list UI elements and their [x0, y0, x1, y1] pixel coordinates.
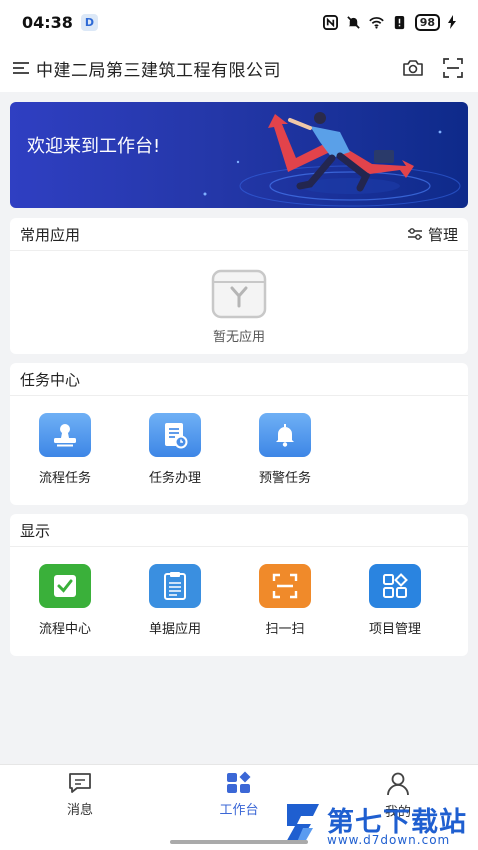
common-apps-card: 常用应用 管理 暂无应用 [10, 218, 468, 354]
message-icon [69, 773, 91, 793]
grid-label: 扫一扫 [265, 622, 305, 637]
empty-app-icon [211, 269, 267, 319]
manage-button-label: 管理 [427, 225, 458, 244]
grid-label: 项目管理 [368, 622, 421, 637]
watermark-url: www.d7down.com [327, 833, 451, 847]
app-notification-badge: D [80, 13, 98, 31]
workbench-icon [227, 771, 251, 793]
grid-label: 单据应用 [148, 622, 201, 637]
status-bar: 04:38 D 98 [0, 0, 478, 44]
task-center-title: 任务中心 [20, 370, 81, 389]
grid-label: 流程任务 [38, 471, 91, 486]
task-center-header: 任务中心 [10, 363, 468, 396]
grid-label: 预警任务 [258, 471, 311, 486]
wifi-icon [368, 16, 384, 29]
checkbox-icon [39, 564, 91, 608]
scan-icon[interactable] [442, 57, 464, 79]
grid-item-process-center[interactable]: 流程中心 [10, 564, 120, 637]
bell-icon [259, 413, 311, 457]
status-icons: 98 [322, 13, 456, 31]
tab-workbench[interactable]: 工作台 [179, 771, 299, 818]
tab-messages[interactable]: 消息 [20, 771, 140, 818]
common-apps-header: 常用应用 管理 [10, 218, 468, 251]
header-actions [402, 57, 466, 79]
camera-icon[interactable] [402, 58, 424, 78]
user-icon [387, 772, 409, 796]
grid-item-document-app[interactable]: 单据应用 [120, 564, 230, 637]
display-grid: 流程中心 单据应用 扫一扫 项目管理 [10, 564, 468, 637]
watermark: 第七下载站 www.d7down.com [283, 796, 478, 850]
tab-label: 工作台 [219, 803, 259, 818]
mute-bell-icon [346, 15, 360, 29]
common-apps-title: 常用应用 [20, 225, 81, 244]
company-name[interactable]: 中建二局第三建筑工程有限公司 [36, 56, 281, 81]
clipboard-icon [149, 564, 201, 608]
task-center-card: 任务中心 流程任务 任务办理 预警任务 [10, 363, 468, 505]
grid-item-task-handling[interactable]: 任务办理 [120, 413, 230, 486]
stamp-icon [39, 413, 91, 457]
welcome-banner: 欢迎来到工作台! [10, 102, 468, 208]
grid-item-warning-task[interactable]: 预警任务 [230, 413, 340, 486]
tab-label: 消息 [66, 803, 93, 818]
manage-button[interactable]: 管理 [407, 224, 458, 245]
task-center-grid: 流程任务 任务办理 预警任务 [10, 413, 468, 486]
grid-label: 任务办理 [148, 471, 201, 486]
grid-item-project-management[interactable]: 项目管理 [340, 564, 450, 637]
apps-grid-icon [369, 564, 421, 608]
sim-alert-icon [394, 15, 404, 29]
nfc-icon [322, 14, 338, 30]
grid-item-process-task[interactable]: 流程任务 [10, 413, 120, 486]
menu-icon[interactable] [12, 59, 30, 77]
scan-icon [259, 564, 311, 608]
settings-sliders-icon [407, 228, 422, 240]
app-header: 中建二局第三建筑工程有限公司 [0, 44, 478, 92]
banner-welcome-text: 欢迎来到工作台! [27, 136, 161, 157]
grid-item-scan[interactable]: 扫一扫 [230, 564, 340, 637]
empty-state: 暂无应用 [10, 268, 468, 345]
grid-label: 流程中心 [38, 622, 91, 637]
display-card: 显示 流程中心 单据应用 扫一扫 项目管理 [10, 514, 468, 656]
home-indicator[interactable] [170, 840, 308, 844]
display-header: 显示 [10, 514, 468, 547]
display-title: 显示 [20, 521, 51, 540]
document-clock-icon [149, 413, 201, 457]
battery-level: 98 [414, 13, 440, 31]
status-time: 04:38 [22, 12, 73, 32]
charging-icon [448, 15, 456, 29]
empty-state-text: 暂无应用 [212, 330, 265, 345]
